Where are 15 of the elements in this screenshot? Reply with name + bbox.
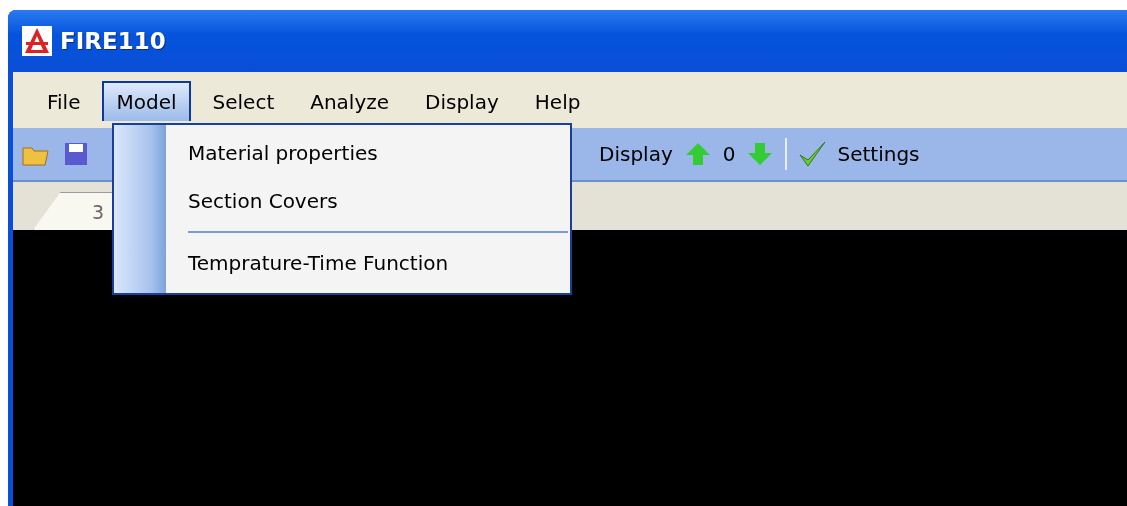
settings-label[interactable]: Settings — [837, 142, 920, 166]
menu-item[interactable]: Help — [520, 81, 595, 121]
window-title: FIRE110 — [60, 28, 166, 54]
checkmark-icon[interactable] — [797, 139, 828, 169]
menu-item[interactable]: File — [33, 81, 95, 121]
menu-item[interactable]: Model — [102, 81, 191, 121]
menu-item[interactable]: Display — [411, 81, 513, 121]
menu-option[interactable]: Material properties — [188, 129, 568, 177]
menu-item[interactable]: Select — [198, 81, 289, 121]
display-label: Display — [599, 142, 673, 166]
counter-value: 0 — [722, 142, 736, 166]
menu-option[interactable]: Section Covers — [188, 177, 568, 225]
app-logo-icon — [22, 26, 52, 56]
menu-option[interactable]: Temprature-Time Function — [188, 239, 568, 287]
menu-item[interactable]: Analyze — [296, 81, 404, 121]
